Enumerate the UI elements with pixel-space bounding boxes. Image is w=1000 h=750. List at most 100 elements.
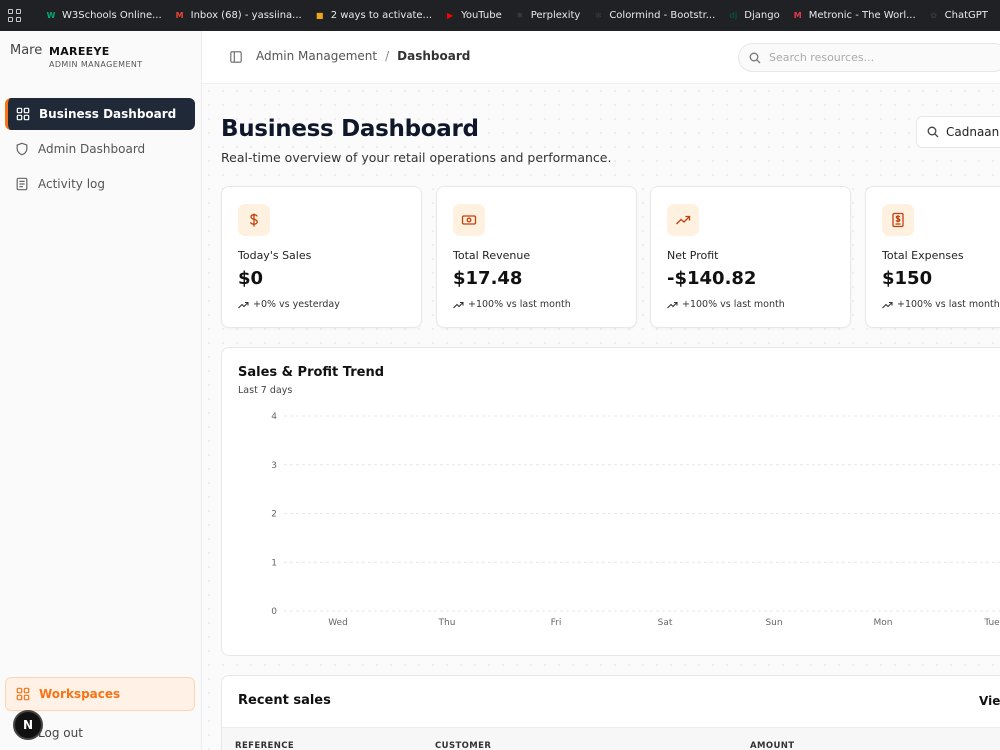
stat-value: $17.48 bbox=[453, 268, 523, 289]
column-header-customer[interactable]: CUSTOMER bbox=[435, 741, 491, 750]
bookmark-label: W3Schools Online... bbox=[62, 10, 162, 21]
page-subtitle: Real-time overview of your retail operat… bbox=[221, 150, 612, 165]
recent-sales-title: Recent sales bbox=[238, 693, 331, 708]
brand-name: MAREEYE bbox=[49, 45, 110, 58]
x-tick-label: Fri bbox=[551, 618, 562, 628]
stat-icon-tile bbox=[238, 204, 270, 236]
user-name: Cadnaan bbox=[946, 125, 1000, 139]
bookmark-item[interactable]: ■ 2 ways to activate... bbox=[314, 10, 432, 22]
x-tick-label: Wed bbox=[328, 618, 348, 628]
x-tick-label: Sun bbox=[765, 618, 782, 628]
brand-logo: Mareeye bbox=[10, 44, 42, 58]
page-title: Business Dashboard bbox=[221, 116, 479, 142]
stat-change: +100% vs last month bbox=[882, 299, 1000, 310]
sidebar-item-business-dashboard[interactable]: Business Dashboard bbox=[5, 98, 195, 130]
log-icon bbox=[16, 177, 28, 191]
stat-change: +100% vs last month bbox=[667, 299, 785, 310]
bookmark-label: ChatGPT bbox=[944, 10, 988, 21]
gmail-icon: M bbox=[175, 11, 184, 20]
sidebar-item-admin-dashboard[interactable]: Admin Dashboard bbox=[5, 133, 195, 165]
search-box[interactable] bbox=[738, 43, 1000, 72]
search-icon bbox=[749, 52, 761, 63]
bookmark-label: Colormind - Bootstr... bbox=[609, 10, 716, 21]
sidebar-item-label: Business Dashboard bbox=[39, 107, 177, 121]
stat-card-net-profit: Net Profit -$140.82 +100% vs last month bbox=[650, 186, 851, 328]
y-tick-label: 3 bbox=[271, 461, 277, 471]
column-header-amount[interactable]: AMOUNT bbox=[750, 741, 794, 750]
stat-card-total-revenue: Total Revenue $17.48 +100% vs last month bbox=[436, 186, 637, 328]
stat-icon-tile bbox=[667, 204, 699, 236]
breadcrumb-current: Dashboard bbox=[397, 49, 471, 63]
bookmark-label: 2 ways to activate... bbox=[330, 10, 433, 21]
sidebar-nav: Business Dashboard Admin Dashboard Activ… bbox=[5, 98, 195, 203]
breadcrumb-root[interactable]: Admin Management bbox=[256, 49, 377, 63]
search-icon bbox=[927, 126, 939, 138]
stat-value: -$140.82 bbox=[667, 268, 757, 289]
x-tick-label: Mon bbox=[874, 618, 893, 628]
stat-change-text: +100% vs last month bbox=[682, 299, 785, 310]
bookmark-item[interactable]: M Metronic - The Worl... bbox=[792, 10, 916, 22]
x-tick-label: Sat bbox=[658, 618, 673, 628]
next-dev-badge[interactable]: N bbox=[13, 710, 43, 740]
workspaces-button[interactable]: Workspaces bbox=[5, 677, 195, 711]
receipt-icon bbox=[892, 212, 904, 228]
sidebar-item-activity-log[interactable]: Activity log bbox=[5, 168, 195, 200]
colormind-icon: ✻ bbox=[594, 11, 602, 20]
bookmark-label: Perplexity bbox=[530, 10, 581, 21]
bookmark-item[interactable]: ✿ ChatGPT bbox=[928, 10, 988, 22]
column-header-reference[interactable]: REFERENCE bbox=[235, 741, 294, 750]
x-tick-label: Thu bbox=[438, 618, 456, 628]
stat-card-total-expenses: Total Expenses $150 +100% vs last month bbox=[865, 186, 1000, 328]
apps-icon[interactable] bbox=[8, 8, 21, 23]
top-header: Admin Management / Dashboard bbox=[202, 31, 1000, 84]
sidebar: Mareeye MAREEYE ADMIN MANAGEMENT Busines… bbox=[0, 31, 202, 750]
chart-canvas: 0 1 2 3 4 Wed Thu Fri Sat Sun Mon Tue bbox=[271, 412, 1000, 628]
bookmark-label: YouTube bbox=[461, 10, 502, 21]
bookmark-item[interactable]: dj Django bbox=[727, 10, 780, 22]
stat-icon-tile bbox=[453, 204, 485, 236]
y-tick-label: 0 bbox=[271, 607, 277, 617]
grid-icon bbox=[16, 107, 30, 121]
stat-label: Total Expenses bbox=[882, 249, 964, 262]
trending-up-icon bbox=[882, 301, 893, 308]
trending-up-icon bbox=[676, 215, 691, 225]
search-input[interactable] bbox=[769, 51, 969, 64]
bookmark-item[interactable]: M Inbox (68) - yassiina... bbox=[174, 10, 302, 22]
trending-up-icon bbox=[667, 301, 678, 308]
x-tick-label: Tue bbox=[983, 618, 1000, 628]
stat-icon-tile bbox=[882, 204, 914, 236]
chatgpt-icon: ✿ bbox=[930, 11, 937, 20]
stat-label: Today's Sales bbox=[238, 249, 312, 262]
bookmark-item[interactable]: ✱ Perplexity bbox=[514, 10, 581, 22]
bookmark-item[interactable]: ▶ YouTube bbox=[444, 10, 502, 22]
banknote-icon bbox=[461, 215, 477, 225]
stat-value: $0 bbox=[238, 268, 264, 289]
workspaces-label: Workspaces bbox=[39, 687, 121, 701]
bookmark-item[interactable]: ✻ Colormind - Bootstr... bbox=[592, 10, 715, 22]
user-search-button[interactable]: Cadnaan bbox=[916, 116, 1000, 148]
grid-icon bbox=[16, 687, 30, 701]
stat-change-text: +100% vs last month bbox=[468, 299, 571, 310]
stat-label: Total Revenue bbox=[453, 249, 531, 262]
bookmark-list: W W3Schools Online... M Inbox (68) - yassii… bbox=[45, 10, 1000, 22]
stat-change: +100% vs last month bbox=[453, 299, 571, 310]
logout-button[interactable]: Log out bbox=[38, 726, 83, 740]
breadcrumb: Admin Management / Dashboard bbox=[256, 49, 470, 63]
sidebar-item-label: Activity log bbox=[38, 177, 105, 191]
trending-up-icon bbox=[453, 301, 464, 308]
sales-table-header: REFERENCE CUSTOMER AMOUNT bbox=[222, 727, 1000, 750]
brand-subtitle: ADMIN MANAGEMENT bbox=[49, 60, 143, 69]
brand[interactable]: Mareeye MAREEYE ADMIN MANAGEMENT bbox=[10, 44, 143, 74]
youtube-icon: ▶ bbox=[446, 11, 454, 20]
y-tick-label: 2 bbox=[271, 510, 277, 520]
stat-change-text: +100% vs last month bbox=[897, 299, 1000, 310]
django-icon: dj bbox=[729, 11, 738, 20]
stat-change-text: +0% vs yesterday bbox=[253, 299, 340, 310]
stat-change: +0% vs yesterday bbox=[238, 299, 340, 310]
bookmark-item[interactable]: W W3Schools Online... bbox=[45, 10, 162, 22]
bookmark-label: Inbox (68) - yassiina... bbox=[190, 10, 302, 21]
windows-icon: ■ bbox=[315, 11, 324, 20]
view-all-link[interactable]: View bbox=[979, 694, 1000, 708]
sidebar-item-label: Admin Dashboard bbox=[38, 142, 146, 156]
sidebar-toggle-icon[interactable] bbox=[230, 51, 242, 63]
